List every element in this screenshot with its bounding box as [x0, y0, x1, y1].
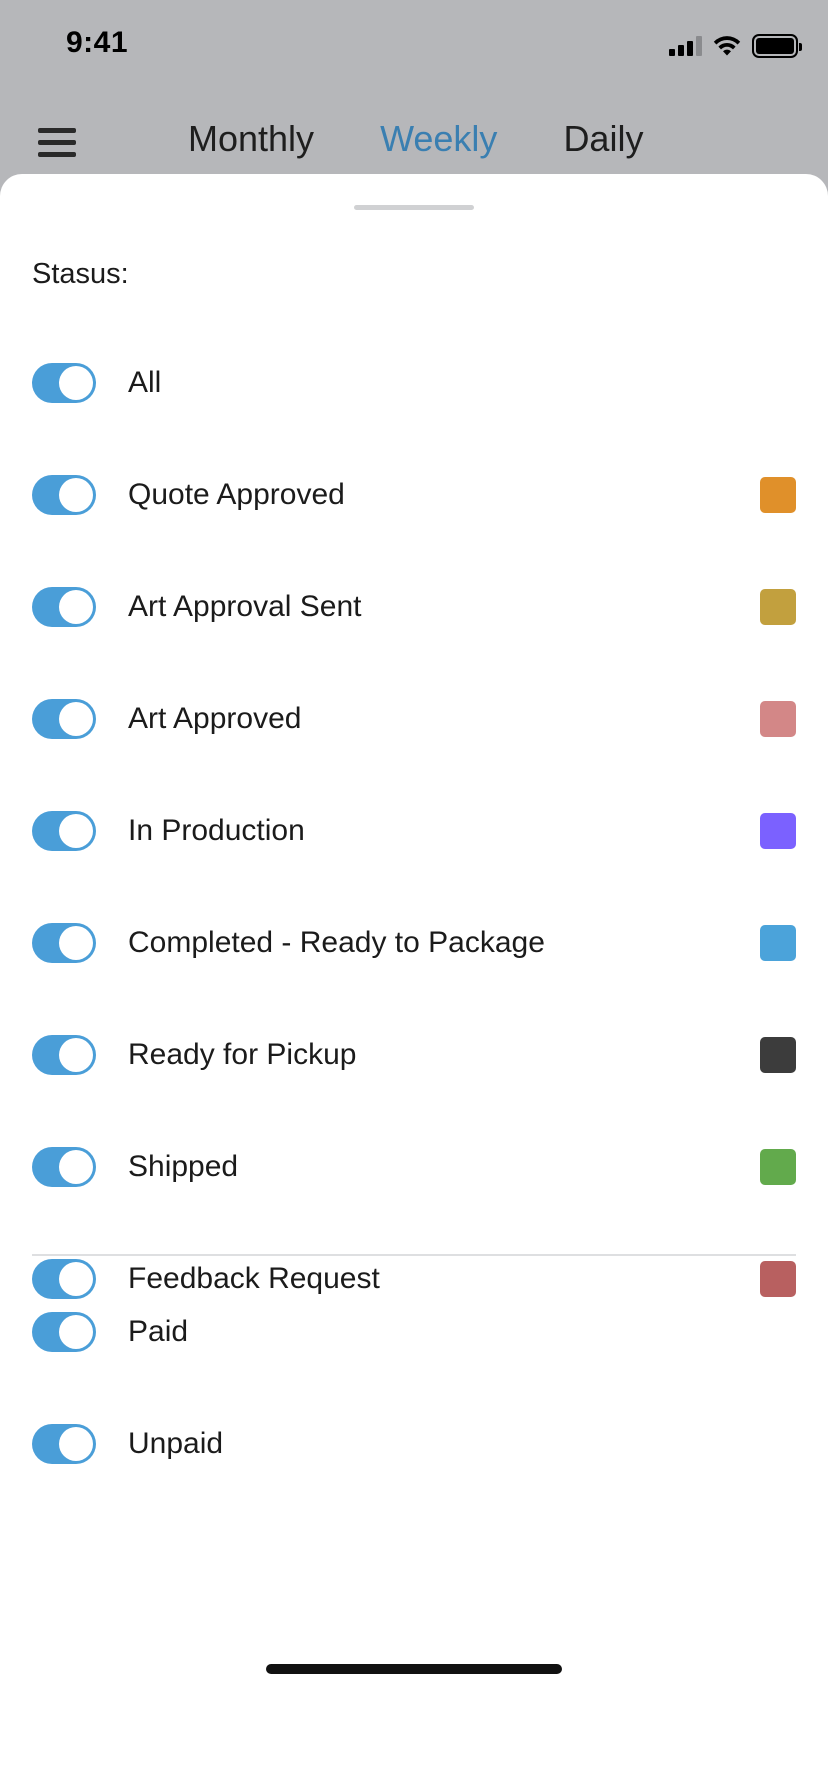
status-color-swatch — [760, 925, 796, 961]
filter-toggle[interactable] — [32, 1424, 96, 1464]
wifi-icon — [713, 36, 741, 56]
filter-label: Art Approved — [128, 702, 302, 735]
filter-row[interactable]: Completed - Ready to Package — [0, 879, 828, 1007]
filter-label: In Production — [128, 814, 305, 847]
filter-row[interactable]: Art Approved — [0, 655, 828, 783]
filter-label: Shipped — [128, 1150, 239, 1183]
filter-toggle[interactable] — [32, 1147, 96, 1187]
toggle-knob — [59, 1150, 93, 1184]
filter-row[interactable]: Unpaid — [0, 1380, 828, 1508]
battery-icon — [752, 34, 802, 58]
filter-toggle[interactable] — [32, 587, 96, 627]
status-filter-list[interactable]: All Quote Approved Art Approval Sent Art Ap… — [0, 319, 828, 1401]
filter-label: Completed - Ready to Package — [128, 926, 545, 959]
filter-toggle[interactable] — [32, 1312, 96, 1352]
filter-label: All — [128, 366, 162, 399]
filter-label: Unpaid — [128, 1427, 224, 1460]
status-color-swatch — [760, 701, 796, 737]
tab-weekly[interactable]: Weekly — [380, 118, 497, 160]
filter-row[interactable]: Shipped — [0, 1103, 828, 1231]
toggle-knob — [59, 1315, 93, 1349]
clock: 9:41 — [66, 26, 129, 59]
filter-sheet: Stasus: All Quote Approved Art Approval Se… — [0, 174, 828, 1792]
filter-row[interactable]: Ready for Pickup — [0, 991, 828, 1119]
toggle-knob — [59, 702, 93, 736]
tab-daily[interactable]: Daily — [563, 118, 643, 160]
status-color-swatch — [760, 1037, 796, 1073]
filter-toggle[interactable] — [32, 363, 96, 403]
toggle-knob — [59, 478, 93, 512]
home-indicator — [266, 1664, 562, 1674]
status-icons — [669, 34, 802, 58]
payment-filter-list: Paid Unpaid — [0, 1276, 828, 1532]
hamburger-menu-icon[interactable] — [38, 128, 76, 162]
cellular-signal-icon — [669, 36, 702, 56]
top-nav: Monthly Weekly Daily — [0, 104, 828, 180]
status-color-swatch — [760, 813, 796, 849]
filter-toggle[interactable] — [32, 475, 96, 515]
filter-row[interactable]: Quote Approved — [0, 431, 828, 559]
filter-label: Quote Approved — [128, 478, 345, 511]
toggle-knob — [59, 366, 93, 400]
section-divider — [32, 1254, 796, 1256]
toggle-knob — [59, 926, 93, 960]
status-color-swatch — [760, 477, 796, 513]
filter-toggle[interactable] — [32, 923, 96, 963]
filter-row[interactable]: In Production — [0, 767, 828, 895]
status-color-swatch — [760, 1149, 796, 1185]
tab-monthly[interactable]: Monthly — [188, 118, 314, 160]
status-bar: 9:41 — [0, 0, 828, 92]
status-color-swatch — [760, 589, 796, 625]
filter-row[interactable]: Art Approval Sent — [0, 543, 828, 671]
filter-label: Ready for Pickup — [128, 1038, 357, 1071]
status-section-label: Stasus: — [32, 258, 129, 290]
view-tabs: Monthly Weekly Daily — [188, 118, 709, 160]
toggle-knob — [59, 814, 93, 848]
filter-label: Paid — [128, 1315, 189, 1348]
filter-row[interactable]: Paid — [0, 1268, 828, 1396]
filter-toggle[interactable] — [32, 811, 96, 851]
toggle-knob — [59, 590, 93, 624]
toggle-knob — [59, 1427, 93, 1461]
filter-toggle[interactable] — [32, 699, 96, 739]
filter-row[interactable]: All — [0, 319, 828, 447]
filter-label: Art Approval Sent — [128, 590, 362, 623]
toggle-knob — [59, 1038, 93, 1072]
filter-toggle[interactable] — [32, 1035, 96, 1075]
sheet-grabber[interactable] — [354, 205, 474, 210]
